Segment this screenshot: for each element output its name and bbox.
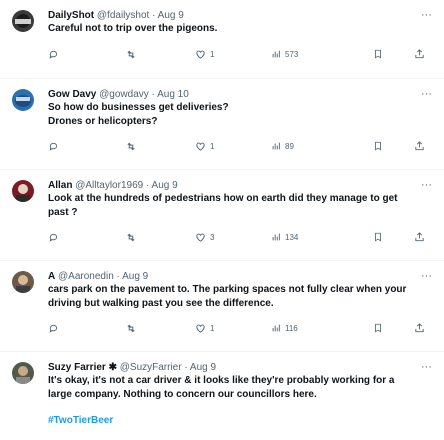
repost-button[interactable] [125,230,141,244]
more-icon[interactable]: ··· [421,88,432,100]
author-name[interactable]: Suzy Farrier ✱ [48,362,117,373]
reply-icon [49,142,58,151]
views-button[interactable]: 573 [271,47,298,61]
like-button[interactable]: 1 [195,47,214,61]
more-icon[interactable]: ··· [421,9,432,21]
share-icon [415,232,424,242]
like-button[interactable]: 1 [195,321,214,335]
post-aaronedin[interactable]: A @Aaronedin · Aug 9 ··· cars park on th… [0,261,444,352]
post-text-line: driving but walking past you see the dif… [48,297,274,309]
repost-icon [127,50,135,58]
share-button[interactable] [414,47,425,61]
bookmark-button[interactable] [373,321,383,335]
reply-button[interactable] [48,47,59,61]
post-text-line: Careful not to trip over the pigeons. [48,23,218,34]
post-text-line: Drones or helicopters? [48,115,158,127]
repost-button[interactable] [125,47,141,61]
avatar[interactable] [12,10,34,32]
share-icon [415,49,424,59]
like-icon [196,324,205,333]
like-button[interactable]: 1 [195,139,214,153]
author-handle[interactable]: @Alltaylor1969 [75,180,143,191]
post-text-line: large company. Nothing to concern our co… [48,388,317,400]
avatar[interactable] [12,271,34,293]
views-button[interactable]: 134 [271,230,298,244]
views-count: 573 [285,49,299,59]
views-button[interactable]: 116 [271,321,298,335]
more-icon[interactable]: ··· [421,361,432,373]
more-icon[interactable]: ··· [421,270,432,282]
author-handle[interactable]: @gowdavy [99,89,149,100]
share-button[interactable] [414,139,425,153]
repost-icon [127,233,135,241]
author-handle[interactable]: @Aaronedin [58,271,114,282]
repost-icon [127,324,135,332]
avatar[interactable] [12,180,34,202]
views-count: 89 [285,141,294,151]
post-date[interactable]: · Aug 9 [184,362,216,373]
like-count: 1 [210,141,215,151]
like-icon [196,233,205,242]
views-count: 134 [285,232,299,242]
post-suzyfarrier[interactable]: Suzy Farrier ✱ @SuzyFarrier · Aug 9 ··· … [0,352,444,440]
hashtag-link[interactable]: #TwoTierBeer [48,414,430,428]
like-count: 1 [210,49,215,59]
avatar[interactable] [12,362,34,384]
like-count: 3 [210,232,215,242]
reply-icon [49,324,58,333]
views-icon [272,233,280,241]
bookmark-icon [375,141,381,151]
post-allan[interactable]: Allan @Alltaylor1969 · Aug 9 ··· Look at… [0,170,444,261]
views-count: 116 [285,323,298,333]
bookmark-icon [375,232,381,242]
reply-button[interactable] [48,139,59,153]
post-date[interactable]: · Aug 10 [152,89,189,100]
views-icon [272,142,280,150]
share-button[interactable] [414,321,425,335]
post-text-line: cars park on the pavement to. The parkin… [48,284,407,295]
reply-icon [49,233,58,242]
share-icon [415,323,424,333]
post-date[interactable]: · Aug 9 [117,271,149,282]
bookmark-icon [375,323,381,333]
post-text-line: Look at the hundreds of pedestrians how … [48,193,398,204]
repost-icon [127,142,135,150]
bookmark-button[interactable] [373,139,383,153]
post-date[interactable]: · Aug 9 [146,180,178,191]
share-icon [415,141,424,151]
repost-button[interactable] [125,139,141,153]
reply-icon [49,50,58,59]
author-name[interactable]: A [48,271,55,282]
views-icon [272,324,280,332]
author-handle[interactable]: @fdailyshot [97,10,149,21]
bookmark-button[interactable] [373,230,383,244]
post-gowdavy[interactable]: Gow Davy @gowdavy · Aug 10 ··· So how do… [0,79,444,170]
post-text-line: past ? [48,206,78,218]
author-name[interactable]: Allan [48,180,72,191]
views-icon [272,50,280,58]
reply-button[interactable] [48,230,59,244]
like-icon [196,50,205,59]
author-name[interactable]: DailyShot [48,10,94,21]
views-button[interactable]: 89 [271,139,294,153]
bookmark-icon [375,49,381,59]
like-button[interactable]: 3 [195,230,214,244]
post-text-line: So how do businesses get deliveries? [48,102,229,113]
more-icon[interactable]: ··· [421,179,432,191]
like-count: 1 [210,323,215,333]
share-button[interactable] [414,230,425,244]
like-icon [196,142,205,151]
author-name[interactable]: Gow Davy [48,89,96,100]
avatar[interactable] [12,89,34,111]
repost-button[interactable] [125,321,141,335]
post-text-line: It's okay, it's not a car driver & it lo… [48,375,395,386]
post-dailyshot[interactable]: DailyShot @fdailyshot · Aug 9 ··· Carefu… [0,0,444,79]
reply-button[interactable] [48,321,59,335]
post-date[interactable]: · Aug 9 [152,10,184,21]
bookmark-button[interactable] [373,47,383,61]
author-handle[interactable]: @SuzyFarrier [120,362,182,373]
